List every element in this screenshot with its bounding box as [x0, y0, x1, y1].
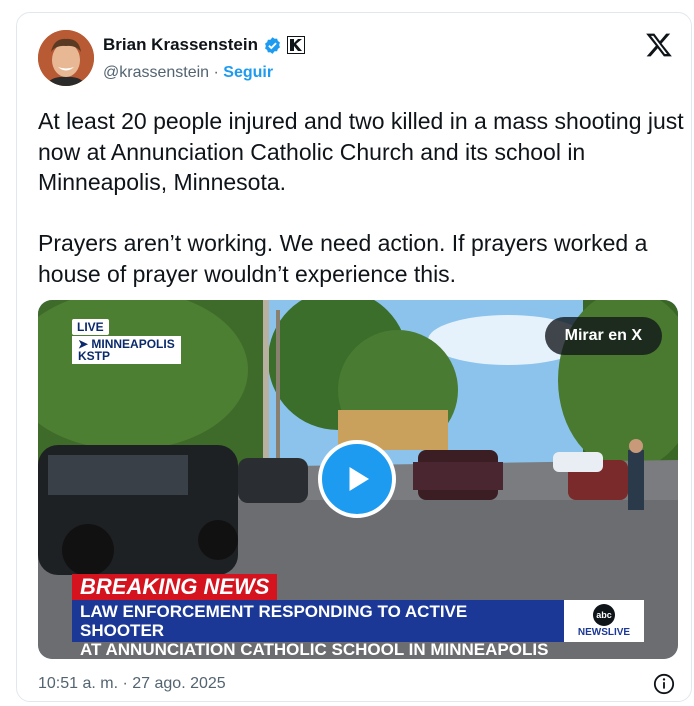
- news-lower-third: LAW ENFORCEMENT RESPONDING TO ACTIVE SHO…: [72, 600, 564, 659]
- avatar[interactable]: [38, 30, 94, 86]
- play-icon: [349, 467, 369, 491]
- play-button[interactable]: [318, 440, 396, 518]
- headline-line-1: LAW ENFORCEMENT RESPONDING TO ACTIVE SHO…: [80, 602, 468, 640]
- live-badge: LIVE: [72, 319, 109, 335]
- watch-on-x-button[interactable]: Mirar en X: [544, 317, 662, 355]
- handle-separator: ·: [209, 64, 224, 81]
- station-callsign: KSTP: [78, 349, 111, 363]
- tweet-card: Brian Krassenstein @krassenstein · Segui…: [16, 12, 692, 702]
- author-handle-row: @krassenstein · Seguir: [103, 64, 273, 82]
- video-player[interactable]: LIVE ➤ MINNEAPOLIS KSTP Mirar en X BREAK…: [38, 300, 678, 659]
- x-logo-icon[interactable]: [645, 31, 673, 59]
- network-logo-box: abc NEWSLIVE: [564, 600, 644, 642]
- follow-button[interactable]: Seguir: [223, 64, 273, 81]
- author-handle[interactable]: @krassenstein: [103, 64, 209, 81]
- abc-logo-icon: abc: [593, 604, 615, 626]
- tweet-timestamp[interactable]: 10:51 a. m. · 27 ago. 2025: [38, 675, 226, 693]
- author-name[interactable]: Brian Krassenstein: [103, 35, 258, 55]
- author-name-row: Brian Krassenstein: [103, 35, 305, 55]
- verified-badge-icon: [265, 36, 280, 54]
- network-label: NEWSLIVE: [577, 627, 631, 638]
- affiliate-logo-icon[interactable]: [286, 36, 305, 54]
- breaking-news-banner: BREAKING NEWS: [72, 574, 278, 600]
- tweet-text: At least 20 people injured and two kille…: [38, 108, 684, 287]
- info-icon[interactable]: [653, 673, 675, 695]
- headline-line-2: AT ANNUNCIATION CATHOLIC SCHOOL IN MINNE…: [80, 640, 549, 659]
- station-tag: ➤ MINNEAPOLIS KSTP: [72, 336, 181, 364]
